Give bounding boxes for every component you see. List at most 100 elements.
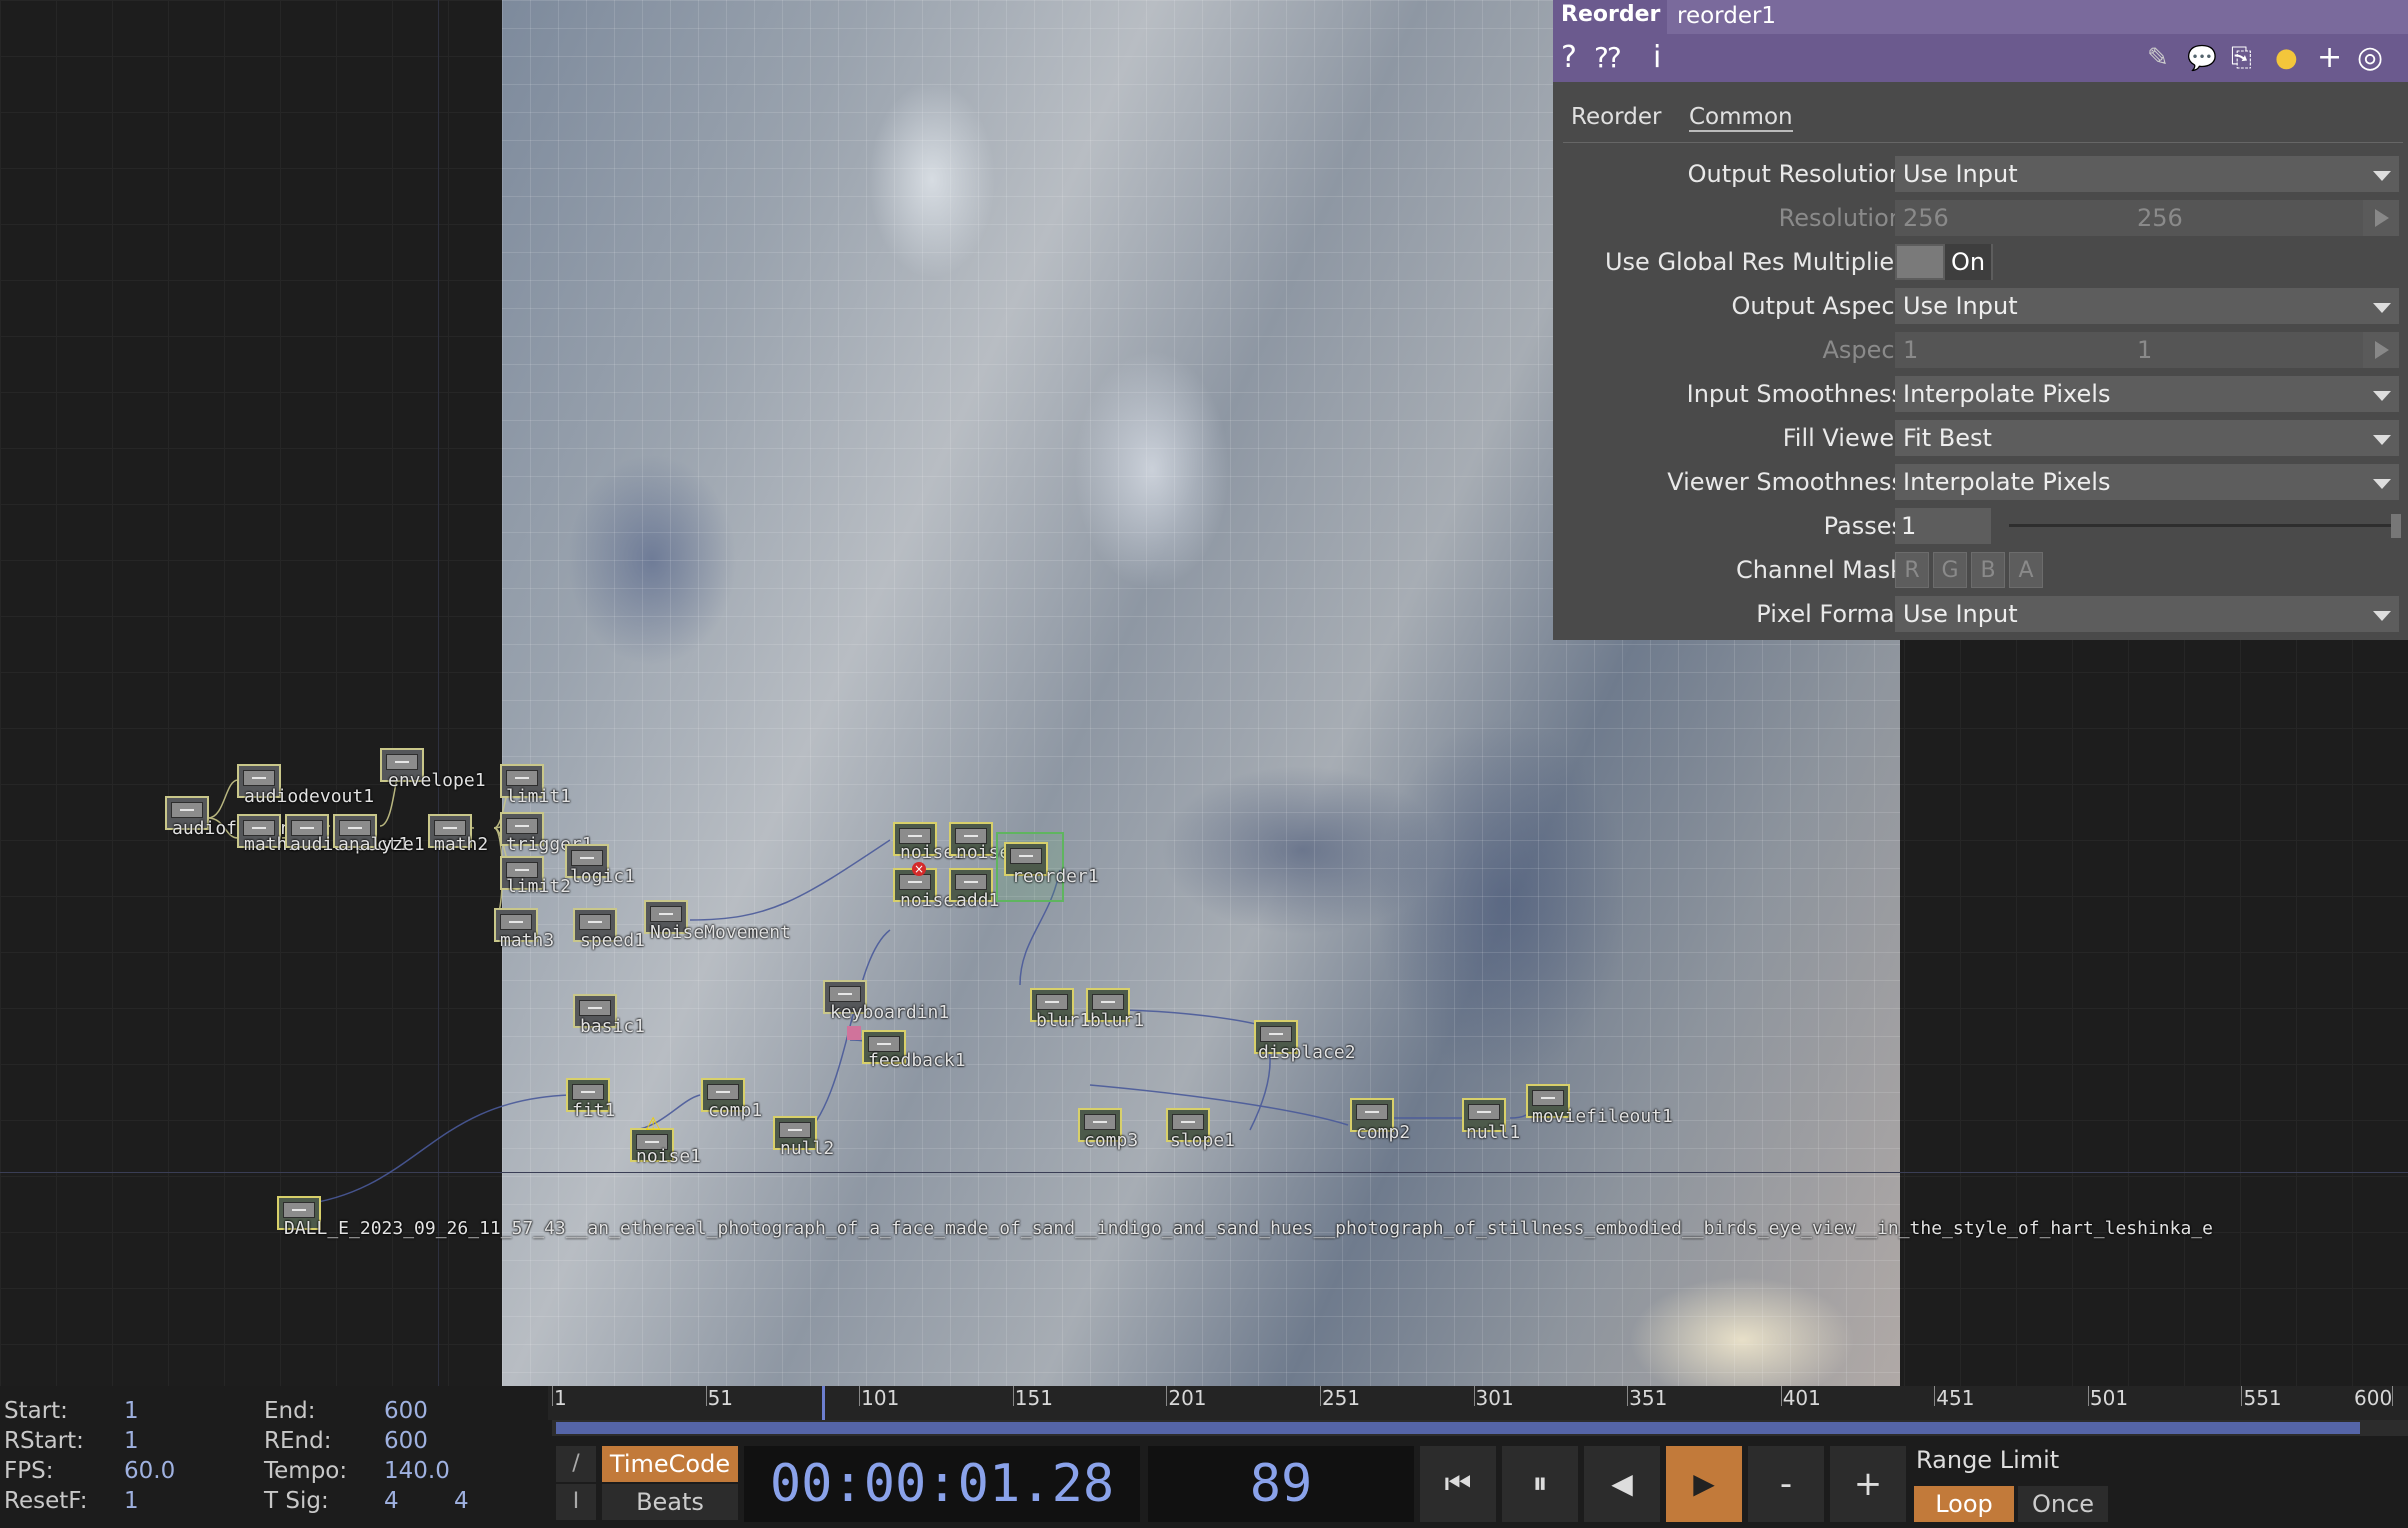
python-help-icon[interactable]: ⁇ bbox=[1595, 40, 1621, 76]
param-output-aspect: Output Aspect Use Input bbox=[1553, 286, 2408, 326]
i-button[interactable]: I bbox=[556, 1484, 596, 1520]
python-icon[interactable]: ● bbox=[2275, 40, 2298, 76]
tab-common[interactable]: Common bbox=[1689, 104, 1793, 132]
tsig-value-1[interactable]: 4 bbox=[384, 1488, 399, 1514]
fill-viewer-dropdown[interactable]: Fit Best bbox=[1895, 420, 2399, 456]
skip-to-start-icon[interactable]: ⏮ bbox=[1420, 1446, 1496, 1522]
error-icon: × bbox=[912, 862, 926, 876]
ruler-label: 600 bbox=[2354, 1386, 2393, 1410]
range-scrub-fill[interactable] bbox=[556, 1422, 2360, 1434]
ruler-label: 201 bbox=[1168, 1386, 1207, 1410]
rstart-value[interactable]: 1 bbox=[124, 1428, 139, 1454]
pixel-format-dropdown[interactable]: Use Input bbox=[1895, 596, 2399, 632]
dropdown-value: Use Input bbox=[1903, 600, 2018, 628]
param-label: Use Global Res Multiplier bbox=[1604, 248, 1904, 276]
ruler-tick bbox=[1166, 1386, 1168, 1406]
rstart-label: RStart: bbox=[4, 1428, 84, 1454]
param-viewer-smoothness: Viewer Smoothness Interpolate Pixels bbox=[1553, 462, 2408, 502]
passes-slider[interactable] bbox=[2009, 524, 2393, 527]
beats-toggle-button[interactable]: Beats bbox=[602, 1484, 738, 1520]
end-value[interactable]: 600 bbox=[384, 1398, 428, 1424]
node-label: add1 bbox=[956, 890, 1000, 911]
param-label: Output Resolution bbox=[1687, 160, 1904, 188]
slash-button[interactable]: / bbox=[556, 1446, 596, 1482]
channel-r-button[interactable]: R bbox=[1895, 552, 1929, 588]
playhead[interactable] bbox=[822, 1386, 826, 1420]
play-forward-icon[interactable]: ▶ bbox=[1666, 1446, 1742, 1522]
expand-arrow-icon[interactable] bbox=[2363, 200, 2399, 236]
aspect-x[interactable]: 1 bbox=[1903, 332, 1918, 368]
aspect-y[interactable]: 1 bbox=[2137, 332, 2152, 368]
node-label: comp1 bbox=[708, 1100, 763, 1121]
plus-icon[interactable]: + bbox=[2317, 40, 2342, 76]
edit-icon[interactable]: ✎ bbox=[2147, 40, 2169, 76]
tab-reorder[interactable]: Reorder bbox=[1571, 104, 1661, 130]
param-label: Fill Viewer bbox=[1782, 424, 1904, 452]
node-label: envelope1 bbox=[388, 770, 486, 791]
input-smoothness-dropdown[interactable]: Interpolate Pixels bbox=[1895, 376, 2399, 412]
rend-value[interactable]: 600 bbox=[384, 1428, 428, 1454]
channel-b-button[interactable]: B bbox=[1971, 552, 2005, 588]
dropdown-value: Interpolate Pixels bbox=[1903, 380, 2111, 408]
pause-icon[interactable]: ⏸ bbox=[1502, 1446, 1578, 1522]
output-aspect-dropdown[interactable]: Use Input bbox=[1895, 288, 2399, 324]
operator-name-field[interactable]: reorder1 bbox=[1667, 0, 2408, 34]
start-value[interactable]: 1 bbox=[124, 1398, 139, 1424]
info-icon[interactable]: i bbox=[1653, 40, 1661, 76]
resetf-value[interactable]: 1 bbox=[124, 1488, 139, 1514]
warning-icon: ⚠ bbox=[645, 1114, 662, 1135]
param-channel-mask: Channel Mask R G B A bbox=[1553, 550, 2408, 590]
play-reverse-icon[interactable]: ◀ bbox=[1584, 1446, 1660, 1522]
tempo-value[interactable]: 140.0 bbox=[384, 1458, 450, 1484]
resolution-width[interactable]: 256 bbox=[1903, 200, 1949, 236]
frame-display[interactable]: 89 bbox=[1148, 1446, 1414, 1522]
aspect-field[interactable]: 1 1 bbox=[1895, 332, 2399, 368]
timecode-toggle-button[interactable]: TimeCode bbox=[602, 1446, 738, 1482]
node-label: feedback1 bbox=[868, 1050, 966, 1071]
range-scrub-bar[interactable] bbox=[552, 1420, 2408, 1436]
frame-ruler[interactable]: 1 51 101 151 201 251 301 351 401 451 501 551 600 bbox=[548, 1386, 2408, 1420]
param-aspect: Aspect 1 1 bbox=[1553, 330, 2408, 370]
node-label: slope1 bbox=[1170, 1130, 1236, 1151]
ruler-tick bbox=[1319, 1386, 1321, 1406]
step-forward-button[interactable]: + bbox=[1830, 1446, 1906, 1522]
chevron-down-icon bbox=[2373, 303, 2391, 313]
global-res-toggle[interactable]: On bbox=[1895, 244, 1993, 280]
once-button[interactable]: Once bbox=[2018, 1486, 2108, 1522]
step-back-button[interactable]: - bbox=[1748, 1446, 1824, 1522]
chevron-down-icon bbox=[2373, 435, 2391, 445]
comment-icon[interactable]: 💬 bbox=[2187, 40, 2217, 76]
timecode-display[interactable]: 00:00:01.28 bbox=[744, 1446, 1140, 1522]
toggle-state: On bbox=[1945, 244, 1991, 280]
param-resolution: Resolution 256 256 bbox=[1553, 198, 2408, 238]
viewer-smoothness-dropdown[interactable]: Interpolate Pixels bbox=[1895, 464, 2399, 500]
expand-arrow-icon[interactable] bbox=[2363, 332, 2399, 368]
tsig-value-2[interactable]: 4 bbox=[454, 1488, 469, 1514]
ruler-label: 451 bbox=[1936, 1386, 1975, 1410]
node-label: blur1 bbox=[1090, 1010, 1145, 1031]
resolution-field[interactable]: 256 256 bbox=[1895, 200, 2399, 236]
loop-button[interactable]: Loop bbox=[1914, 1486, 2014, 1522]
param-label: Input Smoothness bbox=[1686, 380, 1904, 408]
ruler-label: 301 bbox=[1475, 1386, 1514, 1410]
output-resolution-dropdown[interactable]: Use Input bbox=[1895, 156, 2399, 192]
tsig-label: T Sig: bbox=[264, 1488, 329, 1514]
passes-slider-handle[interactable] bbox=[2391, 514, 2401, 538]
node-label: moviefileout1 bbox=[1532, 1106, 1673, 1127]
passes-field[interactable]: 1 bbox=[1895, 508, 1991, 544]
resolution-height[interactable]: 256 bbox=[2137, 200, 2183, 236]
fps-value[interactable]: 60.0 bbox=[124, 1458, 175, 1484]
param-label: Output Aspect bbox=[1731, 292, 1904, 320]
ruler-label: 551 bbox=[2243, 1386, 2282, 1410]
channel-g-button[interactable]: G bbox=[1933, 552, 1967, 588]
node-label: comp3 bbox=[1084, 1130, 1139, 1151]
param-label: Channel Mask bbox=[1736, 556, 1904, 584]
ruler-tick bbox=[1473, 1386, 1475, 1406]
help-icon[interactable]: ? bbox=[1561, 40, 1577, 76]
target-icon[interactable]: ◎ bbox=[2357, 40, 2383, 76]
channel-a-button[interactable]: A bbox=[2009, 552, 2043, 588]
param-label: Resolution bbox=[1778, 204, 1904, 232]
ruler-label: 351 bbox=[1629, 1386, 1668, 1410]
clipboard-icon[interactable]: ⎘ bbox=[2231, 40, 2252, 76]
node-label: null2 bbox=[780, 1138, 835, 1159]
